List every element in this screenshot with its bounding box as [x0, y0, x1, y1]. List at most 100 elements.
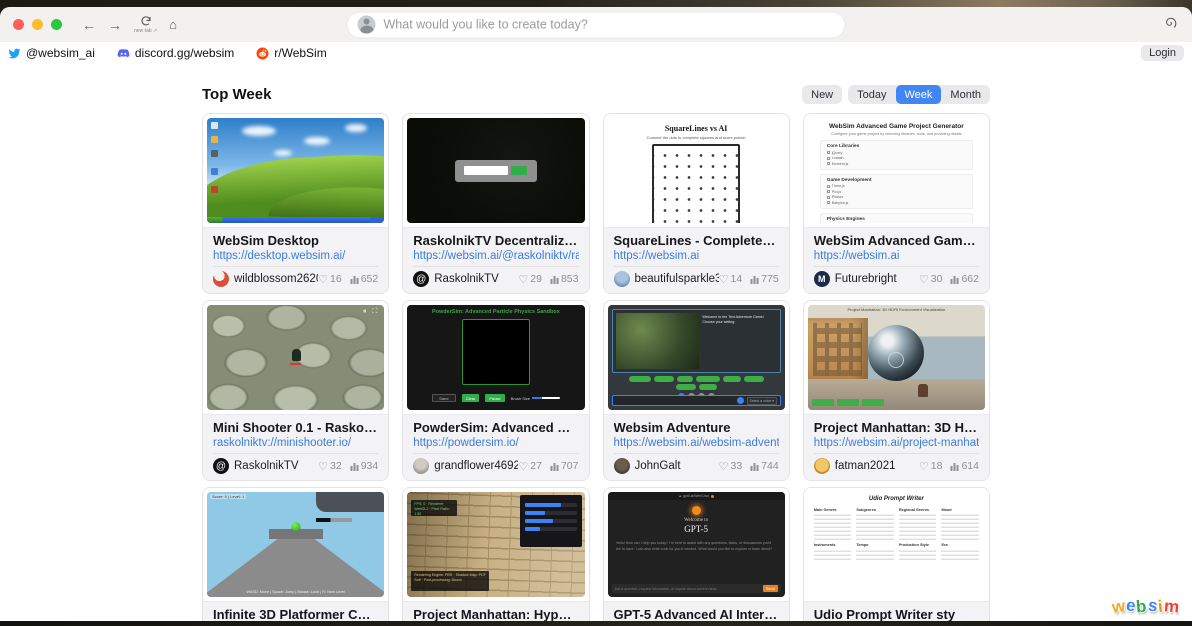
- project-card[interactable]: SquareLines vs AI Connect the dots to co…: [603, 113, 790, 294]
- views-icon: [950, 462, 959, 471]
- project-card[interactable]: Project Manhattan: 3D HDRI Environment V…: [803, 300, 990, 481]
- window-controls: [13, 19, 62, 30]
- zoom-window-button[interactable]: [51, 19, 62, 30]
- browser-window: ← → new tab ↗ ⌂: [0, 7, 1192, 621]
- likes-icon: ♡: [518, 460, 528, 473]
- thumbnail-udio-prompt-writer: Udio Prompt Writer Main Genres Instrumen…: [808, 492, 985, 597]
- author-avatar: M: [814, 271, 830, 287]
- project-card[interactable]: FPS: 0 · Renderer: WebGL2 · Pixel Ratio:…: [402, 487, 589, 621]
- project-card[interactable]: ⏸ ⛶ Mini Shooter 0.1 - RaskolnikTV rasko…: [202, 300, 389, 481]
- project-title: RaskolnikTV Decentralized Mess...: [413, 233, 578, 248]
- project-card[interactable]: Udio Prompt Writer Main Genres Instrumen…: [803, 487, 990, 621]
- project-card[interactable]: RaskolnikTV Decentralized Mess... https:…: [402, 113, 589, 294]
- browser-chrome: ← → new tab ↗ ⌂: [0, 7, 1192, 42]
- author-avatar: [614, 271, 630, 287]
- author-avatar: [213, 271, 229, 287]
- filter-today[interactable]: Today: [848, 85, 895, 104]
- twitter-label: @websim_ai: [26, 46, 95, 60]
- thumbnail-squarelines: SquareLines vs AI Connect the dots to co…: [608, 118, 785, 223]
- project-title: Project Manhattan: 3D HDRI Envi...: [814, 420, 979, 435]
- filter-new[interactable]: New: [802, 85, 842, 104]
- websim-spiral-icon[interactable]: [1163, 15, 1178, 35]
- views-icon: [750, 462, 759, 471]
- forward-icon[interactable]: →: [108, 18, 122, 32]
- project-author[interactable]: grandflower46928106: [413, 458, 518, 474]
- project-stats: ♡33 744: [719, 460, 779, 473]
- project-url[interactable]: https://powdersim.io/: [413, 437, 578, 449]
- project-title: Infinite 3D Platformer Challenge: [213, 607, 378, 621]
- project-author[interactable]: @ RaskolnikTV: [213, 458, 299, 474]
- twitter-link[interactable]: @websim_ai: [8, 46, 95, 60]
- project-card[interactable]: PowderSim: Advanced Particle Physics San…: [402, 300, 589, 481]
- views-icon: [750, 275, 759, 284]
- project-card[interactable]: WebSim Desktop https://desktop.websim.ai…: [202, 113, 389, 294]
- back-icon[interactable]: ←: [82, 18, 96, 32]
- project-card[interactable]: Welcome to the Text Adventure Game! Choo…: [603, 300, 790, 481]
- project-author[interactable]: @ RaskolnikTV: [413, 271, 499, 287]
- sun-icon: [692, 506, 701, 515]
- author-avatar: [814, 458, 830, 474]
- project-title: GPT-5 Advanced AI Interface wit...: [614, 607, 779, 621]
- project-url[interactable]: https://desktop.websim.ai/: [213, 250, 378, 262]
- time-filters: New Today Week Month: [802, 85, 990, 104]
- project-url[interactable]: raskolniktv://minishooter.io/: [213, 437, 378, 449]
- project-url[interactable]: https://websim.ai/@raskolniktv/raskolnik…: [413, 250, 578, 262]
- create-prompt-input[interactable]: [384, 18, 835, 32]
- project-author[interactable]: beautifulsparkle38291659: [614, 271, 719, 287]
- views-icon: [550, 275, 559, 284]
- thumbnail-project-manhattan-brick: FPS: 0 · Renderer: WebGL2 · Pixel Ratio:…: [407, 492, 584, 597]
- create-prompt-bar[interactable]: [348, 12, 845, 37]
- reddit-label: r/WebSim: [274, 46, 326, 60]
- websim-wordmark-logo: websim: [1112, 597, 1180, 617]
- discord-icon: [117, 47, 130, 60]
- project-url[interactable]: https://websim.ai/project-manhattan: [814, 437, 979, 449]
- thumbnail-websim-desktop: [207, 118, 384, 223]
- login-button[interactable]: Login: [1141, 45, 1184, 61]
- project-card[interactable]: Score: 0 | Level: 1 WASD: Move | Space: …: [202, 487, 389, 621]
- discord-label: discord.gg/websim: [135, 46, 234, 60]
- desktop-background: ← → new tab ↗ ⌂: [0, 0, 1192, 626]
- thumbnail-project-manhattan-hdri: Project Manhattan: 3D HDRI Environment V…: [808, 305, 985, 410]
- discord-link[interactable]: discord.gg/websim: [117, 46, 234, 60]
- project-url[interactable]: https://websim.ai: [614, 250, 779, 262]
- project-author[interactable]: fatman2021: [814, 458, 896, 474]
- project-title: WebSim Advanced Game Project...: [814, 233, 979, 248]
- views-icon: [950, 275, 959, 284]
- project-title: Mini Shooter 0.1 - RaskolnikTV: [213, 420, 378, 435]
- close-window-button[interactable]: [13, 19, 24, 30]
- author-avatar: @: [213, 458, 229, 474]
- project-stats: ♡27 707: [518, 460, 578, 473]
- likes-icon: ♡: [919, 460, 929, 473]
- project-stats: ♡29 853: [518, 273, 578, 286]
- project-stats: ♡16 652: [318, 273, 378, 286]
- thumbnail-powdersim: PowderSim: Advanced Particle Physics San…: [407, 305, 584, 410]
- thumbnail-gpt5: ▲ gpt5.ai/WebChat Welcome to GPT-5 Hello…: [608, 492, 785, 597]
- refresh-control[interactable]: new tab ↗: [134, 15, 157, 34]
- reddit-link[interactable]: r/WebSim: [256, 46, 326, 60]
- filter-week[interactable]: Week: [896, 85, 942, 104]
- refresh-icon[interactable]: [140, 15, 152, 27]
- project-stats: ♡30 662: [919, 273, 979, 286]
- thumbnail-game-generator: WebSim Advanced Game Project Generator C…: [808, 118, 985, 223]
- filter-month[interactable]: Month: [941, 85, 990, 104]
- project-title: PowderSim: Advanced Particle P...: [413, 420, 578, 435]
- views-icon: [350, 275, 359, 284]
- thumbnail-mini-shooter: ⏸ ⛶: [207, 305, 384, 410]
- likes-icon: ♡: [318, 273, 328, 286]
- project-author[interactable]: JohnGalt: [614, 458, 681, 474]
- likes-icon: ♡: [719, 460, 729, 473]
- minimize-window-button[interactable]: [32, 19, 43, 30]
- author-avatar: [614, 458, 630, 474]
- project-url[interactable]: https://websim.ai/websim-adventure: [614, 437, 779, 449]
- thumbnail-raskolniktv: [407, 118, 584, 223]
- home-icon[interactable]: ⌂: [169, 18, 177, 31]
- views-icon: [350, 462, 359, 471]
- project-card[interactable]: WebSim Advanced Game Project Generator C…: [803, 113, 990, 294]
- project-card[interactable]: ▲ gpt5.ai/WebChat Welcome to GPT-5 Hello…: [603, 487, 790, 621]
- project-author[interactable]: M Futurebright: [814, 271, 897, 287]
- project-title: SquareLines - Complete the Grid...: [614, 233, 779, 248]
- project-url[interactable]: https://websim.ai: [814, 250, 979, 262]
- thumbnail-3d-platformer: Score: 0 | Level: 1 WASD: Move | Space: …: [207, 492, 384, 597]
- page-title: Top Week: [202, 86, 271, 103]
- project-author[interactable]: wildblossom26204638: [213, 271, 318, 287]
